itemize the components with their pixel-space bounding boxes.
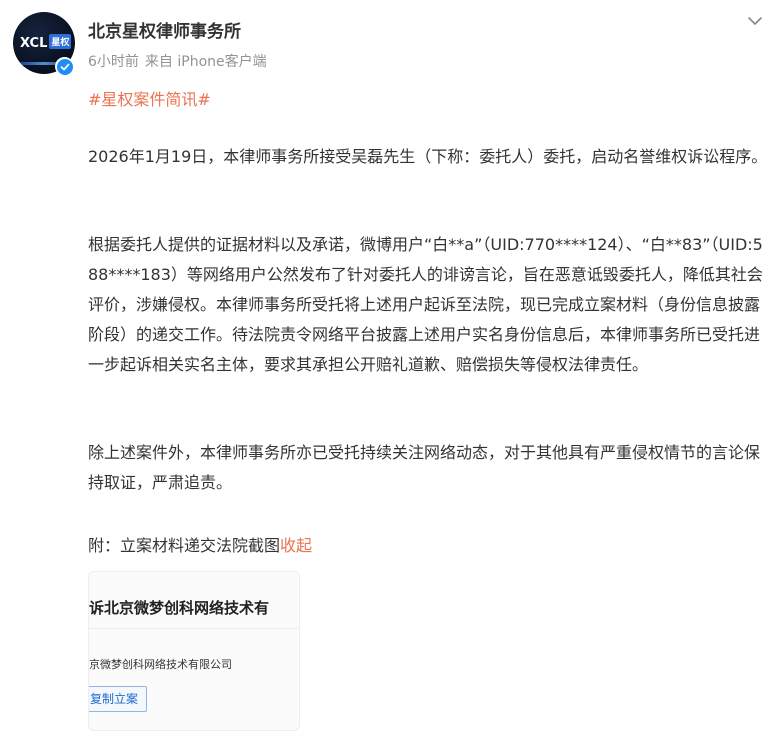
attachment-label: 附：立案材料递交法院截图 — [88, 536, 281, 555]
verified-badge-icon — [55, 57, 74, 76]
post-paragraph-3: 除上述案件外，本律师事务所亦已受托持续关注网络动态，对于其他具有严重侵权情节的言… — [88, 443, 761, 492]
attachment-thumbnail[interactable]: 诉北京微梦创科网络技术有 京微梦创科网络技术有限公司 复制立案 — [88, 571, 300, 731]
thumbnail-company: 京微梦创科网络技术有限公司 — [89, 658, 232, 671]
author-name[interactable]: 北京星权律师事务所 — [88, 17, 241, 42]
thumbnail-copy-button: 复制立案 — [89, 686, 148, 712]
collapse-link[interactable]: 收起 — [280, 536, 312, 555]
post-meta: 6小时前 来自 iPhone客户端 — [88, 51, 267, 71]
avatar-logo: XCL 星权 — [20, 34, 72, 51]
post-source: 来自 iPhone客户端 — [144, 54, 267, 70]
post-time[interactable]: 6小时前 — [88, 54, 139, 70]
thumbnail-title: 诉北京微梦创科网络技术有 — [89, 599, 270, 617]
post-paragraph-1: 2026年1月19日，本律师事务所接受吴磊先生（下称：委托人）委托，启动名誉维权… — [88, 147, 768, 166]
hashtag-link[interactable]: #星权案件简讯# — [88, 86, 211, 110]
post-paragraph-2: 根据委托人提供的证据材料以及承诺，微博用户“白**a”（UID:770****1… — [88, 235, 763, 374]
attachment-line: 附：立案材料递交法院截图收起 — [88, 531, 768, 561]
chevron-down-icon[interactable] — [745, 14, 765, 30]
thumbnail-divider — [89, 628, 299, 629]
